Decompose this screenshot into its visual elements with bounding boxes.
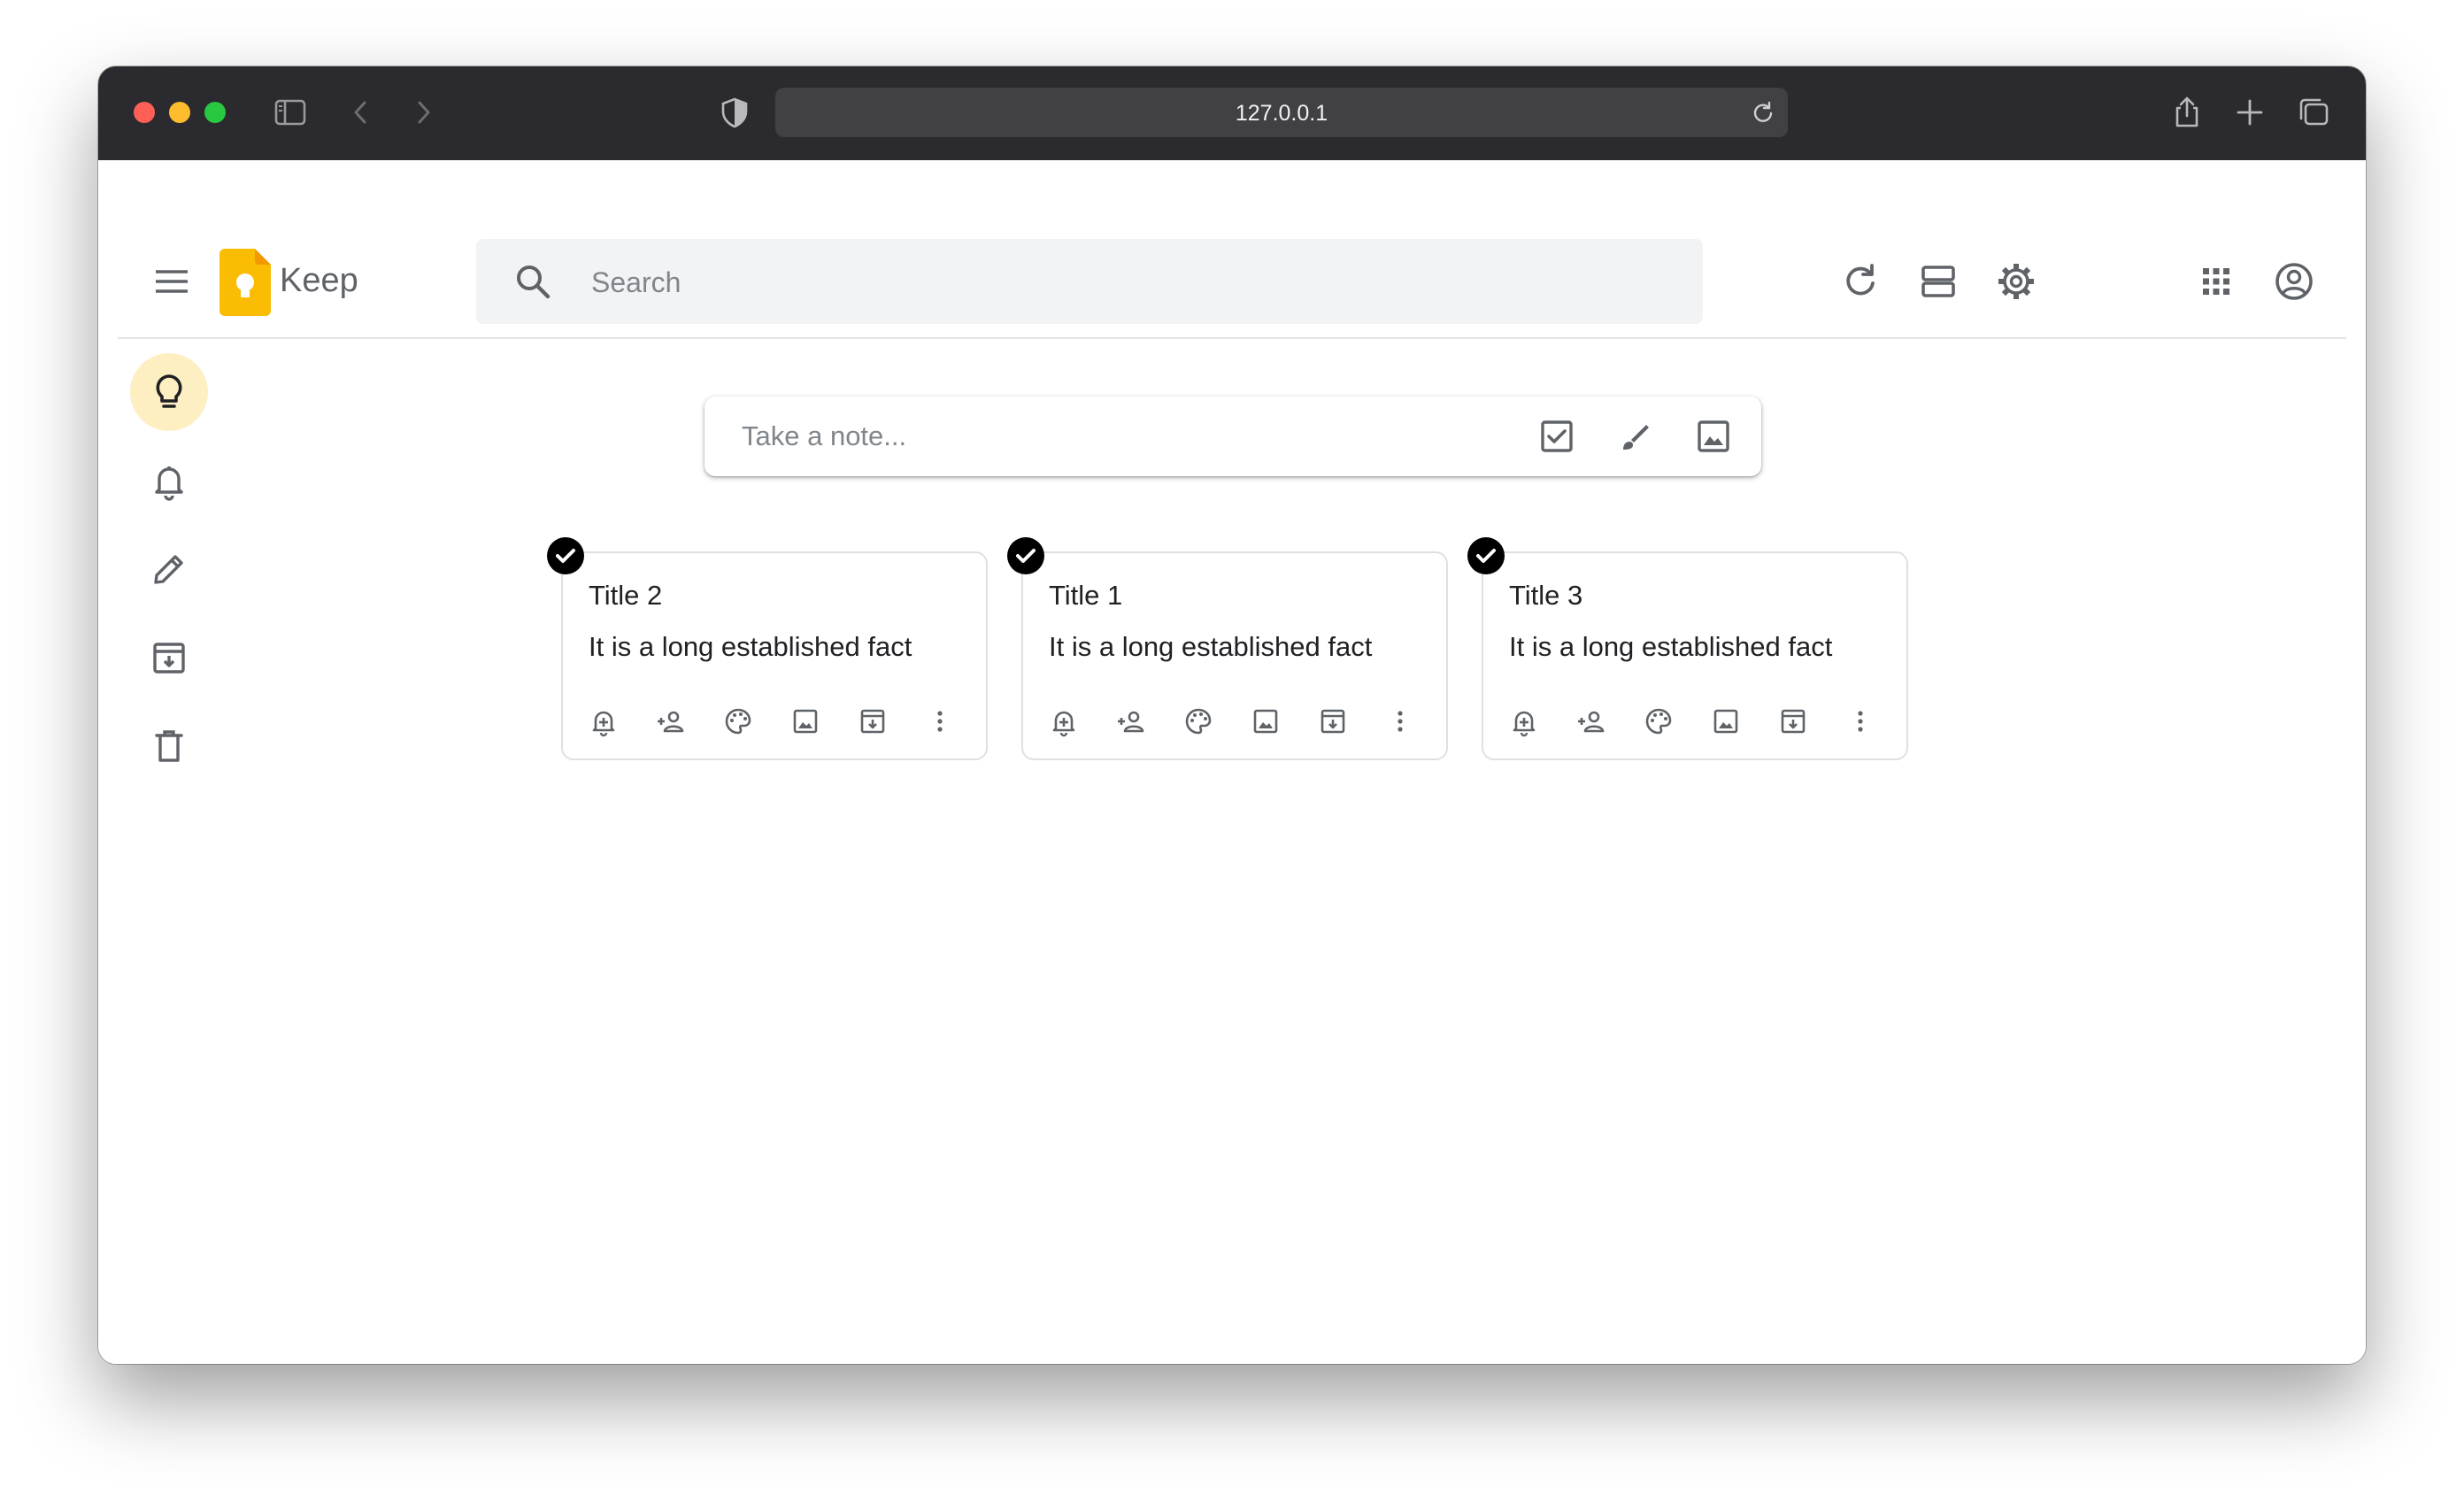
new-list-icon[interactable] [1536,416,1577,457]
take-note-bar[interactable]: Take a note... [705,397,1761,476]
take-note-placeholder[interactable]: Take a note... [742,420,906,452]
sidebar-toggle-icon[interactable] [272,94,309,131]
collaborator-icon[interactable] [655,705,687,737]
select-note-checkmark[interactable] [1467,537,1505,574]
account-icon[interactable] [2273,260,2315,303]
check-icon [556,549,575,563]
refresh-icon[interactable] [1839,260,1882,303]
new-drawing-icon[interactable] [1614,416,1655,457]
trash-icon [155,730,183,762]
archive-icon[interactable] [857,705,889,737]
sidebar-item-trash[interactable] [130,707,208,785]
note-actions [1508,705,1876,737]
zoom-window-button[interactable] [204,102,226,123]
note-card[interactable]: Title 2 It is a long established fact [547,537,988,760]
note-actions [1048,705,1416,737]
search-input[interactable] [589,258,1655,306]
share-icon[interactable] [2168,94,2206,131]
lightbulb-icon [156,374,182,408]
new-tab-icon[interactable] [2231,94,2268,131]
keep-app: Keep Search Take a note... Title 2 It is… [98,160,2366,1364]
pencil-icon [154,555,183,584]
reminder-icon[interactable] [1508,705,1540,737]
reminder-icon[interactable] [1048,705,1080,737]
image-icon[interactable] [1250,705,1282,737]
header-divider [118,337,2346,339]
apps-grid-icon[interactable] [2195,260,2237,303]
sidebar-item-edit-labels[interactable] [130,530,208,608]
sidebar-item-archive[interactable] [130,619,208,697]
palette-icon[interactable] [1182,705,1214,737]
check-icon [1476,549,1496,563]
browser-toolbar: 127.0.0.1 [98,66,2366,160]
more-vert-icon[interactable] [924,705,956,737]
note-body: It is a long established fact [589,631,912,662]
note-card[interactable]: Title 1 It is a long established fact [1007,537,1448,760]
shield-icon[interactable] [716,94,753,131]
app-name[interactable]: Keep [280,262,358,300]
note-body: It is a long established fact [1509,631,1833,662]
archive-icon [153,643,185,674]
more-vert-icon[interactable] [1384,705,1416,737]
palette-icon[interactable] [1643,705,1675,737]
archive-icon[interactable] [1777,705,1809,737]
tab-overview-icon[interactable] [2295,94,2332,131]
sidebar-item-reminders[interactable] [130,442,208,520]
collaborator-icon[interactable] [1115,705,1147,737]
list-view-icon[interactable] [1917,260,1960,303]
note-card[interactable]: Title 3 It is a long established fact [1467,537,1908,760]
address-text: 127.0.0.1 [1235,101,1328,126]
note-title: Title 1 [1049,580,1123,611]
note-title: Title 3 [1509,580,1583,611]
bell-icon [155,466,183,501]
gear-icon[interactable] [1995,260,2037,303]
browser-window: 127.0.0.1 Keep Search Take a note... Tit… [98,66,2366,1364]
image-icon[interactable] [789,705,821,737]
new-image-icon[interactable] [1693,416,1734,457]
note-body: It is a long established fact [1049,631,1373,662]
archive-icon[interactable] [1317,705,1349,737]
palette-icon[interactable] [722,705,754,737]
forward-icon[interactable] [404,94,442,131]
note-actions [588,705,956,737]
reload-page-icon[interactable] [1751,100,1775,125]
select-note-checkmark[interactable] [547,537,584,574]
collaborator-icon[interactable] [1575,705,1607,737]
sidebar-item-notes[interactable] [130,353,208,431]
select-note-checkmark[interactable] [1007,537,1044,574]
check-icon [1016,549,1036,563]
address-bar[interactable]: 127.0.0.1 [775,88,1788,137]
minimize-window-button[interactable] [169,102,190,123]
keep-logo[interactable] [219,249,271,316]
search-bar[interactable] [476,239,1703,324]
reminder-icon[interactable] [588,705,620,737]
more-vert-icon[interactable] [1844,705,1876,737]
close-window-button[interactable] [134,102,155,123]
search-icon[interactable] [512,260,554,303]
main-menu-icon[interactable] [150,260,193,303]
note-title: Title 2 [589,580,663,611]
back-icon[interactable] [343,94,380,131]
image-icon[interactable] [1710,705,1742,737]
